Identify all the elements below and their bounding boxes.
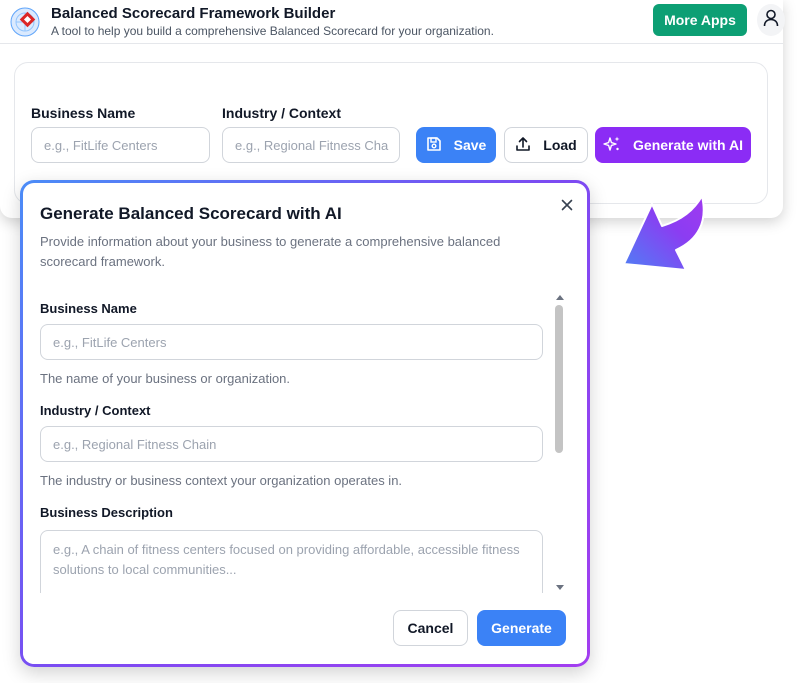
industry-label: Industry / Context — [222, 105, 342, 121]
industry-input[interactable]: e.g., Regional Fitness Cha — [222, 127, 400, 163]
industry-help: The industry or business context your or… — [40, 473, 403, 488]
scrollbar-thumb[interactable] — [555, 305, 563, 453]
close-button[interactable] — [558, 196, 576, 214]
scroll-down-arrow-icon[interactable] — [553, 581, 567, 593]
scroll-up-arrow-icon[interactable] — [553, 290, 567, 302]
pointer-arrow-icon — [616, 192, 716, 288]
load-label: Load — [543, 137, 577, 153]
user-menu-button[interactable] — [757, 4, 785, 36]
save-icon — [426, 136, 442, 155]
modal-business-name-label: Business Name — [40, 301, 137, 316]
modal-body: Generate Balanced Scorecard with AI Prov… — [23, 183, 587, 664]
app-header: Balanced Scorecard Framework Builder A t… — [0, 0, 785, 44]
scorecard-logo-icon — [10, 7, 40, 37]
generate-with-ai-button[interactable]: Generate with AI — [595, 127, 751, 163]
generate-modal: Generate Balanced Scorecard with AI Prov… — [20, 180, 590, 667]
modal-description: Provide information about your business … — [40, 234, 501, 269]
generate-button[interactable]: Generate — [477, 610, 566, 646]
user-icon — [763, 9, 779, 32]
save-button[interactable]: Save — [416, 127, 496, 163]
business-name-label: Business Name — [31, 105, 136, 121]
app-subtitle: A tool to help you build a comprehensive… — [51, 24, 494, 38]
modal-title: Generate Balanced Scorecard with AI — [40, 204, 342, 223]
modal-business-name-input[interactable]: e.g., FitLife Centers — [40, 324, 543, 360]
modal-description-label: Business Description — [40, 505, 173, 520]
close-icon — [561, 199, 573, 211]
cancel-button[interactable]: Cancel — [393, 610, 468, 646]
business-name-input[interactable]: e.g., FitLife Centers — [31, 127, 210, 163]
more-apps-button[interactable]: More Apps — [653, 4, 747, 36]
modal-industry-label: Industry / Context — [40, 403, 151, 418]
app-title: Balanced Scorecard Framework Builder — [51, 5, 336, 22]
load-button[interactable]: Load — [504, 127, 588, 163]
sparkles-icon — [603, 135, 621, 156]
upload-icon — [515, 136, 531, 155]
modal-industry-input[interactable]: e.g., Regional Fitness Chain — [40, 426, 543, 462]
save-label: Save — [453, 137, 487, 153]
business-name-help: The name of your business or organizatio… — [40, 371, 291, 386]
generate-with-ai-label: Generate with AI — [633, 137, 743, 153]
